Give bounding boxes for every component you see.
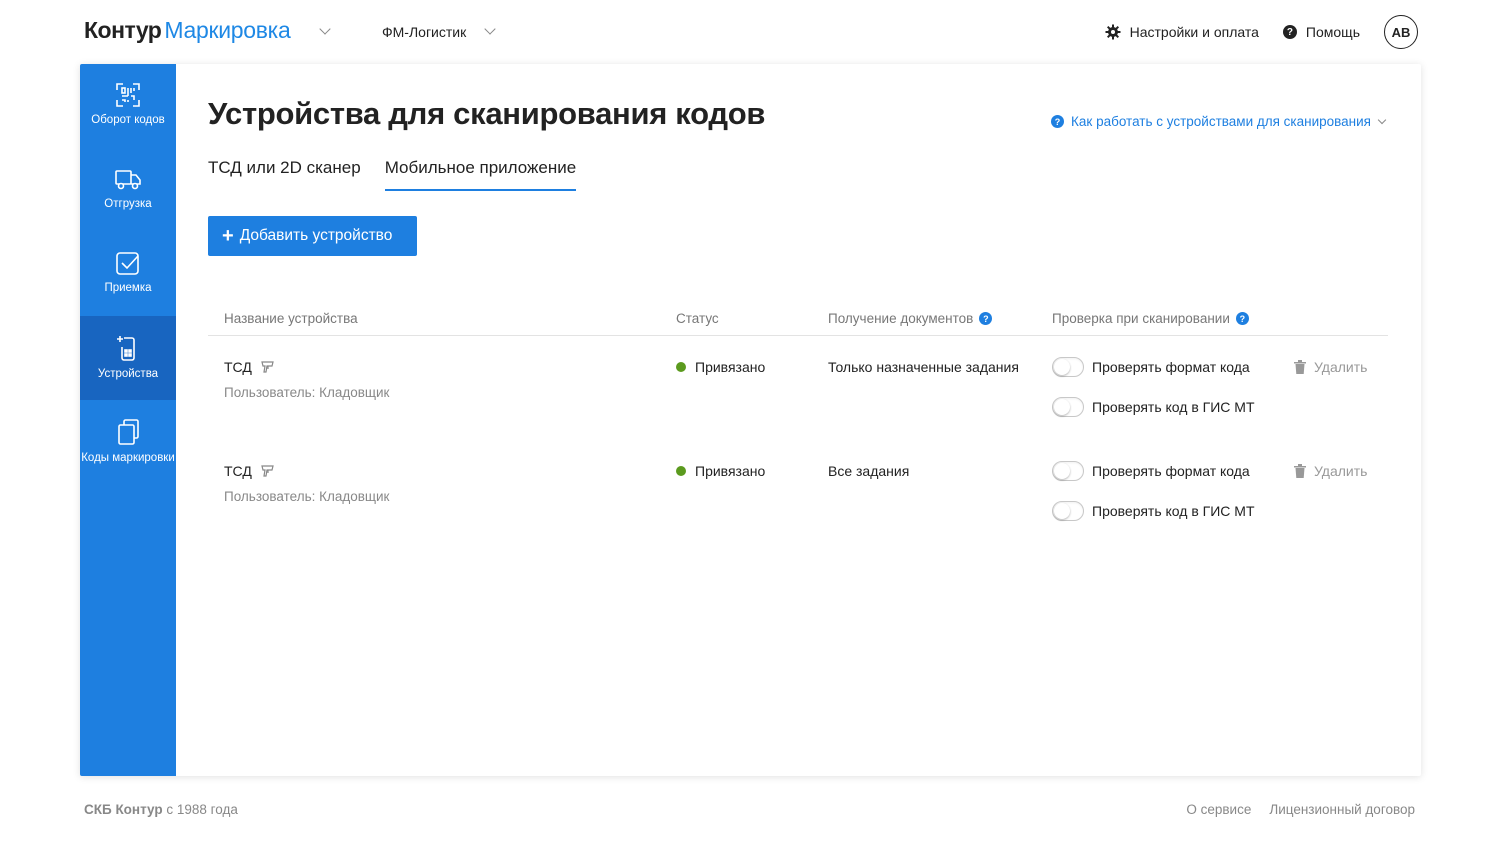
product-name: Маркировка	[164, 17, 291, 43]
help-icon: ?	[1282, 25, 1297, 39]
truck-icon	[115, 170, 141, 190]
avatar[interactable]: AB	[1384, 15, 1418, 49]
footer-copyright: СКБ Контур с 1988 года	[84, 802, 238, 817]
delete-label: Удалить	[1314, 463, 1368, 479]
help-icon[interactable]: ?	[979, 312, 993, 325]
docs-mode: Все задания	[828, 463, 910, 479]
status-dot-icon	[676, 466, 686, 476]
check-format-toggle[interactable]	[1052, 461, 1084, 481]
delete-button[interactable]: Удалить	[1294, 463, 1367, 479]
scanner-icon	[261, 464, 275, 478]
tab-mobile-app[interactable]: Мобильное приложение	[384, 158, 577, 191]
sidebar-item-label: Коды маркировки	[81, 452, 175, 464]
how-to-link[interactable]: ? Как работать с устройствами для сканир…	[1051, 114, 1387, 129]
help-link[interactable]: ? Помощь	[1282, 24, 1360, 40]
check-gis-toggle[interactable]	[1052, 501, 1084, 521]
top-bar: Контур Маркировка ФМ-Логистик Настройки …	[0, 0, 1500, 64]
sidebar-item-label: Отгрузка	[104, 198, 152, 210]
check-format-label: Проверять формат кода	[1092, 463, 1250, 479]
sidebar-item-label: Приемка	[104, 282, 152, 294]
column-header-check: Проверка при сканировании?	[1052, 311, 1249, 326]
check-gis-toggle-row: Проверять код в ГИС МТ	[1052, 501, 1255, 521]
device-name-text: ТСД	[224, 359, 252, 375]
main-card: Оборот кодов Отгрузка Приемка Устройства…	[80, 64, 1421, 776]
tab-tsd-scanner[interactable]: ТСД или 2D сканер	[208, 158, 361, 191]
chevron-down-icon[interactable]	[484, 23, 496, 35]
sidebar-item-acceptance[interactable]: Приемка	[80, 232, 176, 316]
device-icon	[117, 336, 135, 361]
check-gis-toggle[interactable]	[1052, 397, 1084, 417]
sidebar-item-label: Оборот кодов	[91, 114, 165, 126]
brand-name: Контур	[84, 17, 162, 43]
sidebar-item-label: Устройства	[97, 368, 159, 380]
trash-icon	[1294, 464, 1306, 478]
footer-company: СКБ Контур	[84, 802, 163, 817]
table-row: ТСД Пользователь: Кладовщик Привязано Вс…	[208, 448, 1388, 552]
status-text: Привязано	[695, 463, 766, 479]
content: Устройства для сканирования кодов ? Как …	[176, 64, 1421, 776]
org-selector[interactable]: ФМ-Логистик	[382, 23, 496, 40]
settings-label: Настройки и оплата	[1129, 24, 1259, 40]
check-gis-toggle-row: Проверять код в ГИС МТ	[1052, 397, 1255, 417]
column-header-docs: Получение документов?	[828, 311, 993, 326]
device-user: Пользователь: Кладовщик	[224, 489, 390, 504]
top-actions: Настройки и оплата ? Помощь AB	[1105, 15, 1418, 49]
footer-since: с 1988 года	[166, 802, 238, 817]
sidebar: Оборот кодов Отгрузка Приемка Устройства…	[80, 64, 176, 776]
table-header: Название устройства Статус Получение док…	[208, 304, 1388, 336]
logo[interactable]: Контур Маркировка	[84, 17, 331, 44]
copy-icon	[118, 419, 139, 445]
gear-icon	[1105, 24, 1121, 40]
device-name: ТСД	[224, 359, 275, 375]
check-format-toggle-row: Проверять формат кода	[1052, 357, 1250, 377]
status-text: Привязано	[695, 359, 766, 375]
footer-links: О сервисе Лицензионный договор	[1168, 802, 1415, 817]
sidebar-item-marking-codes[interactable]: Коды маркировки	[80, 400, 176, 484]
footer-about-link[interactable]: О сервисе	[1186, 802, 1251, 817]
sidebar-item-devices[interactable]: Устройства	[80, 316, 176, 400]
column-header-status: Статус	[676, 311, 719, 326]
check-gis-label: Проверять код в ГИС МТ	[1092, 503, 1255, 519]
check-gis-label: Проверять код в ГИС МТ	[1092, 399, 1255, 415]
tabs: ТСД или 2D сканер Мобильное приложение	[208, 158, 600, 191]
delete-label: Удалить	[1314, 359, 1368, 375]
status-dot-icon	[676, 362, 686, 372]
status-badge: Привязано	[676, 359, 765, 375]
column-header-name: Название устройства	[224, 311, 358, 326]
device-name: ТСД	[224, 463, 275, 479]
help-icon[interactable]: ?	[1235, 312, 1249, 325]
scanner-icon	[261, 360, 275, 374]
device-name-text: ТСД	[224, 463, 252, 479]
docs-mode: Только назначенные задания	[828, 359, 1019, 375]
trash-icon	[1294, 360, 1306, 374]
barcode-icon	[116, 83, 140, 107]
help-label: Помощь	[1305, 24, 1360, 40]
org-name: ФМ-Логистик	[382, 24, 467, 40]
sidebar-item-shipment[interactable]: Отгрузка	[80, 148, 176, 232]
chevron-down-icon[interactable]	[319, 23, 331, 35]
check-format-toggle[interactable]	[1052, 357, 1084, 377]
page-title: Устройства для сканирования кодов	[208, 96, 766, 131]
plus-icon: +	[222, 225, 234, 247]
chevron-down-icon	[1377, 115, 1387, 124]
status-badge: Привязано	[676, 463, 765, 479]
add-device-label: Добавить устройство	[239, 227, 393, 244]
table-row: ТСД Пользователь: Кладовщик Привязано То…	[208, 344, 1388, 448]
check-format-toggle-row: Проверять формат кода	[1052, 461, 1250, 481]
device-user: Пользователь: Кладовщик	[224, 385, 390, 400]
sidebar-item-codes-turnover[interactable]: Оборот кодов	[80, 64, 176, 148]
add-device-button[interactable]: + Добавить устройство	[208, 216, 417, 256]
help-icon: ?	[1051, 115, 1065, 128]
checkbox-icon	[116, 252, 139, 275]
footer-license-link[interactable]: Лицензионный договор	[1269, 802, 1415, 817]
how-to-label: Как работать с устройствами для сканиров…	[1071, 114, 1371, 129]
settings-link[interactable]: Настройки и оплата	[1105, 24, 1259, 40]
delete-button[interactable]: Удалить	[1294, 359, 1367, 375]
check-format-label: Проверять формат кода	[1092, 359, 1250, 375]
